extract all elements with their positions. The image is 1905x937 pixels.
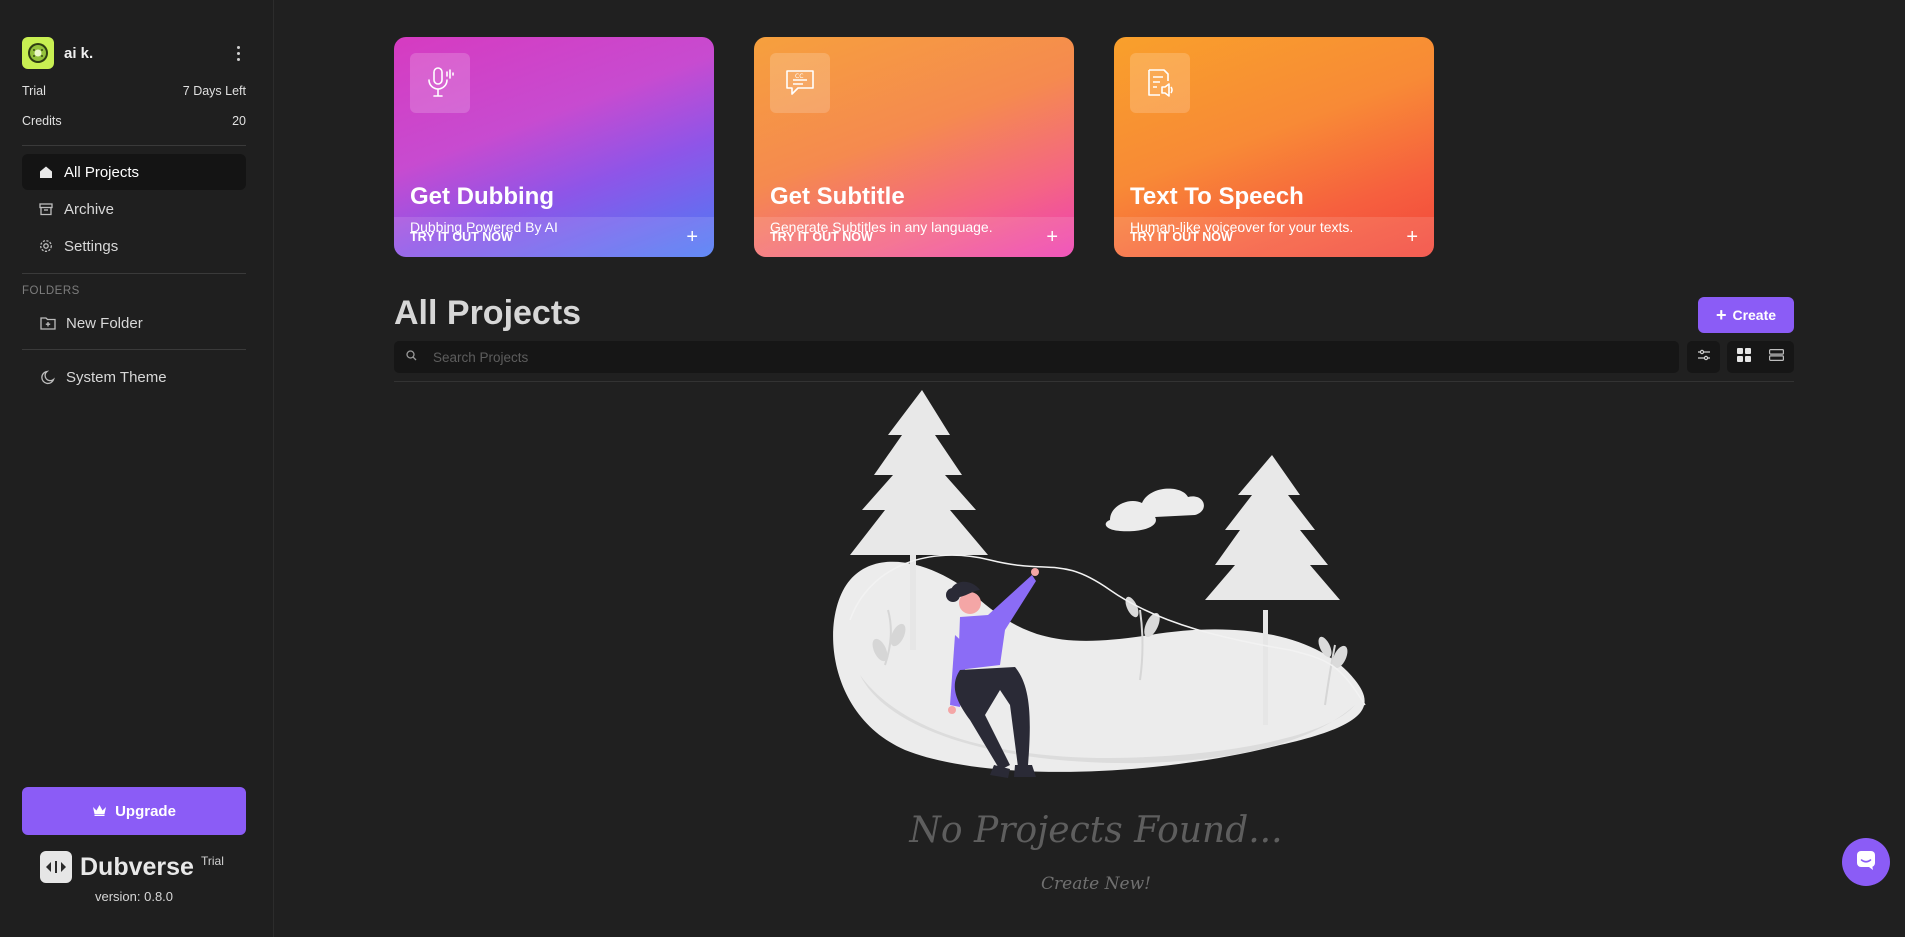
- upgrade-label: Upgrade: [115, 802, 176, 820]
- sidebar-item-all-projects[interactable]: All Projects: [22, 154, 246, 190]
- sidebar-item-label: Archive: [64, 200, 115, 218]
- sidebar-item-archive[interactable]: Archive: [22, 191, 246, 227]
- view-toggle: [1727, 341, 1794, 373]
- search-input[interactable]: [433, 349, 1633, 365]
- system-theme-toggle[interactable]: System Theme: [22, 359, 246, 395]
- card-cta[interactable]: TRY IT OUT NOW +: [754, 217, 1074, 257]
- text-to-speech-card[interactable]: Text To Speech Human-like voiceover for …: [1114, 37, 1434, 257]
- create-button[interactable]: + Create: [1698, 297, 1794, 333]
- svg-text:CC: CC: [795, 73, 803, 80]
- dubverse-logo-icon: [40, 851, 72, 883]
- credits-row: Credits 20: [22, 114, 246, 128]
- brand: Dubverse: [40, 851, 194, 883]
- crown-icon: [92, 803, 107, 820]
- sidebar: ai k. Trial 7 Days Left Credits 20 All P…: [0, 0, 274, 937]
- plus-icon: +: [1406, 225, 1418, 248]
- card-cta-label: TRY IT OUT NOW: [770, 230, 873, 244]
- get-dubbing-card[interactable]: Get Dubbing Dubbing Powered By AI TRY IT…: [394, 37, 714, 257]
- sidebar-item-label: All Projects: [64, 163, 140, 181]
- home-icon: [38, 164, 54, 180]
- list-icon: [1769, 348, 1785, 366]
- create-new-link[interactable]: Create New!: [996, 874, 1196, 894]
- kiwi-avatar-icon[interactable]: [22, 37, 54, 69]
- search-icon: [406, 348, 417, 366]
- chat-support-button[interactable]: [1842, 838, 1890, 886]
- card-title: Get Dubbing: [410, 183, 554, 210]
- card-cta[interactable]: TRY IT OUT NOW +: [394, 217, 714, 257]
- credits-value: 20: [232, 114, 246, 128]
- card-title: Text To Speech: [1130, 183, 1304, 210]
- chat-icon: [1855, 849, 1877, 876]
- sidebar-item-settings[interactable]: Settings: [22, 228, 246, 264]
- user-row: ai k.: [22, 36, 246, 70]
- archive-icon: [38, 201, 54, 217]
- divider: [22, 273, 246, 274]
- more-options-icon[interactable]: [230, 43, 246, 63]
- upgrade-button[interactable]: Upgrade: [22, 787, 246, 835]
- divider: [394, 381, 1794, 382]
- app-version: version: 0.8.0: [94, 889, 174, 904]
- card-title: Get Subtitle: [770, 183, 905, 210]
- trial-label: Trial: [22, 84, 46, 98]
- card-cta-label: TRY IT OUT NOW: [1130, 230, 1233, 244]
- plus-icon: +: [686, 225, 698, 248]
- trial-days-left: 7 Days Left: [182, 84, 246, 98]
- microphone-icon: [410, 53, 470, 113]
- new-folder-button[interactable]: New Folder: [22, 305, 246, 341]
- trial-badge: Trial: [201, 854, 224, 868]
- sidebar-item-label: Settings: [64, 237, 119, 255]
- card-cta-label: TRY IT OUT NOW: [410, 230, 513, 244]
- divider: [22, 145, 246, 146]
- grid-icon: [1736, 347, 1751, 367]
- page-title: All Projects: [394, 294, 582, 332]
- empty-state-illustration: [810, 385, 1380, 795]
- user-name: ai k.: [64, 44, 94, 62]
- create-label: Create: [1732, 307, 1777, 323]
- folders-section-label: FOLDERS: [22, 285, 80, 297]
- divider: [22, 349, 246, 350]
- gear-icon: [38, 238, 54, 254]
- folder-plus-icon: [40, 315, 56, 331]
- system-theme-label: System Theme: [66, 368, 167, 386]
- brand-name: Dubverse: [80, 852, 194, 881]
- list-view-button[interactable]: [1760, 341, 1793, 373]
- empty-state-title: No Projects Found...: [909, 810, 1283, 851]
- sliders-icon: [1697, 348, 1711, 366]
- new-folder-label: New Folder: [66, 314, 143, 332]
- moon-icon: [40, 369, 56, 385]
- subtitle-bubble-icon: CC: [770, 53, 830, 113]
- trial-row: Trial 7 Days Left: [22, 84, 246, 98]
- plus-icon: +: [1715, 305, 1727, 325]
- credits-label: Credits: [22, 114, 62, 128]
- get-subtitle-card[interactable]: CC Get Subtitle Generate Subtitles in an…: [754, 37, 1074, 257]
- document-speaker-icon: [1130, 53, 1190, 113]
- filter-button[interactable]: [1687, 341, 1720, 373]
- card-cta[interactable]: TRY IT OUT NOW +: [1114, 217, 1434, 257]
- search-bar[interactable]: [394, 341, 1679, 373]
- plus-icon: +: [1046, 225, 1058, 248]
- grid-view-button[interactable]: [1727, 341, 1760, 373]
